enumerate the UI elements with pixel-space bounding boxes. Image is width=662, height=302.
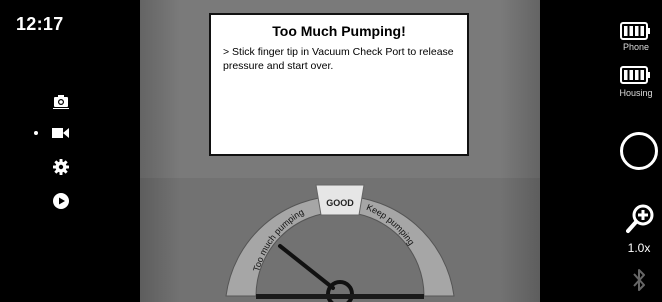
gear-icon[interactable] — [52, 158, 70, 176]
housing-battery-label: Housing — [619, 88, 653, 98]
zoom-in-icon[interactable] — [626, 204, 654, 234]
bluetooth-icon — [633, 269, 645, 291]
camera-icon[interactable] — [52, 92, 70, 110]
play-icon[interactable] — [52, 192, 70, 210]
gauge-base — [256, 294, 424, 299]
shutter-button[interactable] — [620, 132, 658, 170]
gauge-needle — [278, 244, 335, 290]
left-control-panel: 12:17 — [0, 0, 140, 302]
zoom-level-label: 1.0x — [627, 241, 651, 255]
selected-mode-indicator — [34, 131, 38, 135]
camera-viewfinder: Too Much Pumping! > Stick finger tip in … — [140, 0, 540, 302]
pressure-gauge: GOOD Too much pumping Keep pumping — [225, 184, 455, 302]
housing-battery-icon — [620, 66, 650, 84]
video-camera-icon[interactable] — [52, 124, 70, 142]
right-control-panel: Phone Housing 1.0x — [540, 0, 662, 302]
camera-screen: 12:17 Too Much Pumping! > Stick finger t… — [0, 0, 662, 302]
phone-battery-icon — [620, 22, 650, 40]
status-time: 12:17 — [16, 14, 64, 34]
phone-battery-label: Phone — [622, 42, 650, 52]
gauge-good-label: GOOD — [326, 198, 354, 208]
